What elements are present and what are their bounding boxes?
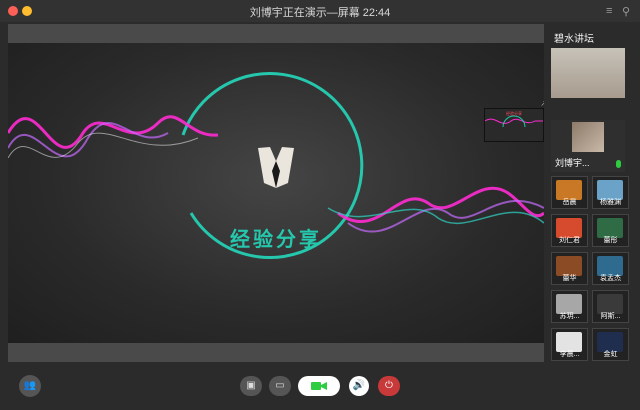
slide-title: 经验分享 <box>230 229 322 251</box>
participant-name: 金虹 <box>603 351 618 358</box>
window-title: 刘博宇正在演示—屏幕 22:44 <box>249 7 391 19</box>
people-icon: 👥 <box>23 380 37 391</box>
pin-icon[interactable]: ⚲ <box>622 5 630 18</box>
folder-icon: ▭ <box>275 380 285 391</box>
participant-tile[interactable]: 袁孟杰 <box>592 252 629 285</box>
shared-screen: 经验分享 经验分享 ↗ <box>8 24 544 362</box>
participants-panel: 碧水讲坛 刘博宇... 岳晨 杨雅渊 刘仁君 蕾彤 蕾华 袁孟杰 苏玥... 阿… <box>548 22 640 361</box>
slide-thumbnail[interactable]: 经验分享 ↗ <box>484 99 544 142</box>
participant-tile[interactable]: 蕾华 <box>551 252 588 285</box>
presenter-tile[interactable]: 刘博宇... <box>551 120 625 172</box>
thumbnail-label: 经验分享 <box>506 111 522 116</box>
participant-name: 蕾华 <box>562 275 577 282</box>
participant-tile[interactable]: 李晨... <box>551 328 588 361</box>
power-icon: ⏻ <box>385 380 393 391</box>
slide-graphics <box>8 72 544 260</box>
title-bar: 刘博宇正在演示—屏幕 22:44 ≡ ⚲ <box>0 0 640 22</box>
participant-name: 阿斯... <box>600 313 621 320</box>
leave-meeting-button[interactable]: ⏻ <box>378 376 400 396</box>
presenter-avatar <box>572 122 604 152</box>
participant-name: 刘仁君 <box>559 237 580 244</box>
participant-name: 杨雅渊 <box>600 199 621 206</box>
audio-toggle-button[interactable]: 🔊 <box>349 376 369 396</box>
expand-icon[interactable]: ↗ <box>540 99 544 108</box>
participants-button[interactable]: 👥 <box>19 375 41 397</box>
participant-name: 袁孟杰 <box>600 275 621 282</box>
mic-icon <box>616 160 621 168</box>
room-name: 碧水讲坛 <box>554 34 594 45</box>
participant-tile[interactable]: 阿斯... <box>592 290 629 323</box>
files-button[interactable]: ▭ <box>269 376 291 396</box>
participant-tile[interactable]: 蕾彤 <box>592 214 629 247</box>
share-screen-button[interactable]: ▣ <box>240 376 262 396</box>
participant-name: 李晨... <box>559 351 580 358</box>
participant-tile[interactable]: 岳晨 <box>551 176 588 209</box>
meeting-toolbar: 👥 ▣ ▭ 🔊 ⏻ <box>0 362 640 410</box>
speaker-icon: 🔊 <box>352 380 366 391</box>
participant-tile[interactable]: 刘仁君 <box>551 214 588 247</box>
list-icon[interactable]: ≡ <box>606 5 612 17</box>
video-toggle-button[interactable] <box>298 376 340 396</box>
stage-top-bar <box>8 24 544 43</box>
participant-name: 苏玥... <box>559 313 580 320</box>
video-camera-icon <box>311 382 327 390</box>
participant-tile[interactable]: 杨雅渊 <box>592 176 629 209</box>
participant-name: 蕾彤 <box>603 237 618 244</box>
stage-bottom-bar <box>8 343 544 362</box>
presenter-name: 刘博宇... <box>555 158 590 168</box>
main-participant-video[interactable] <box>551 48 625 98</box>
share-screen-icon: ▣ <box>246 380 256 391</box>
participant-tile[interactable]: 金虹 <box>592 328 629 361</box>
participant-name: 岳晨 <box>562 199 577 206</box>
slide: 经验分享 经验分享 ↗ <box>8 43 544 343</box>
participant-tile[interactable]: 苏玥... <box>551 290 588 323</box>
